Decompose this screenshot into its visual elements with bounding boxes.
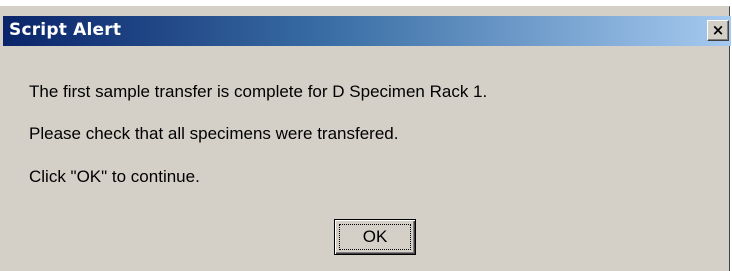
message-line-3: Click "OK" to continue.: [29, 167, 200, 186]
script-alert-dialog: Script Alert × The first sample transfer…: [0, 6, 731, 271]
ok-button[interactable]: OK: [334, 219, 416, 255]
close-button[interactable]: ×: [707, 20, 729, 41]
message-line-2: Please check that all specimens were tra…: [29, 124, 399, 143]
ok-button-label: OK: [362, 227, 388, 246]
message-line-1: The first sample transfer is complete fo…: [29, 82, 488, 101]
title-bar[interactable]: Script Alert ×: [3, 16, 731, 46]
close-icon: ×: [711, 21, 725, 39]
window-title: Script Alert: [9, 20, 122, 40]
